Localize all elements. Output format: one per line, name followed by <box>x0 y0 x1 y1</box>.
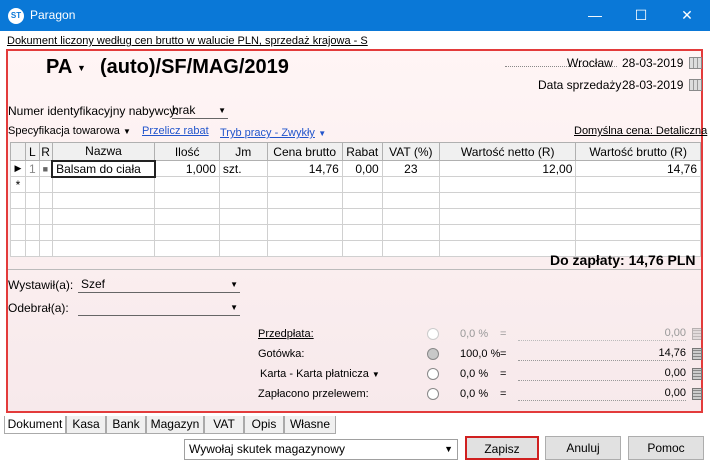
issuer-label: Wystawił(a): <box>8 278 74 292</box>
column-header[interactable]: Nazwa <box>51 142 156 161</box>
doc-type[interactable]: PA <box>46 56 72 79</box>
buyer-value: brak <box>172 103 196 117</box>
chevron-down-icon: ▼ <box>371 370 380 379</box>
default-price-link[interactable]: Domyślna cena: Detaliczna <box>574 125 707 137</box>
column-header[interactable]: R <box>38 142 53 161</box>
table-row <box>10 224 701 241</box>
tab-opis[interactable]: Opis <box>244 416 284 434</box>
recalc-discount-link[interactable]: Przelicz rabat <box>142 125 209 137</box>
column-header <box>10 142 26 161</box>
chevron-down-icon: ▼ <box>218 106 226 115</box>
prepayment-radio[interactable] <box>427 328 439 340</box>
items-table: L R Nazwa Ilość Jm Cena brutto Rabat VAT… <box>10 142 701 257</box>
transfer-radio[interactable] <box>427 388 439 400</box>
vat-cell[interactable]: 23 <box>381 160 441 177</box>
unit-cell[interactable]: szt. <box>218 160 268 177</box>
row-marker-icon: ▶ <box>10 160 26 177</box>
tab-wlasne[interactable]: Własne <box>284 416 336 434</box>
close-button[interactable]: ✕ <box>664 0 710 31</box>
sale-date-label: Data sprzedaży <box>538 78 622 92</box>
tab-bank[interactable]: Bank <box>106 416 146 434</box>
prepayment-label[interactable]: Przedpłata: <box>258 328 314 340</box>
table-row[interactable]: ▶ 1 ■ Balsam do ciała 1,000 szt. 14,76 0… <box>10 159 701 178</box>
new-row-marker: * <box>10 176 26 193</box>
save-button[interactable]: Zapisz <box>465 436 539 460</box>
net-cell[interactable]: 12,00 <box>439 160 577 177</box>
column-header[interactable]: L <box>24 142 40 161</box>
column-header[interactable]: Jm <box>218 142 268 161</box>
chevron-down-icon: ▼ <box>230 280 238 289</box>
tab-magazyn[interactable]: Magazyn <box>146 416 204 434</box>
app-icon: ST <box>8 8 24 24</box>
item-name-cell[interactable]: Balsam do ciała <box>51 159 156 178</box>
help-button[interactable]: Pomoc <box>628 436 704 460</box>
price-cell[interactable]: 14,76 <box>266 160 343 177</box>
column-header[interactable]: Wartość netto (R) <box>439 142 577 161</box>
gross-cell[interactable]: 14,76 <box>575 160 701 177</box>
receiver-select[interactable]: ▼ <box>78 300 240 316</box>
receiver-label: Odebrał(a): <box>8 301 69 315</box>
buyer-label: Numer identyfikacyjny nabywcy: <box>8 104 179 118</box>
table-row <box>10 192 701 209</box>
transfer-label: Zapłacono przelewem: <box>258 388 369 400</box>
column-header[interactable]: VAT (%) <box>381 142 441 161</box>
chevron-down-icon: ▼ <box>318 129 327 138</box>
column-header[interactable]: Wartość brutto (R) <box>575 142 701 161</box>
chevron-down-icon: ▼ <box>444 444 453 454</box>
calculator-icon[interactable] <box>692 368 702 380</box>
doc-type-dropdown-icon[interactable]: ▼ <box>77 63 86 73</box>
chevron-down-icon: ▼ <box>122 127 131 136</box>
window-title: Paragon <box>30 8 76 22</box>
card-radio[interactable] <box>427 368 439 380</box>
work-mode-menu[interactable]: Tryb pracy - Zwykły ▼ <box>220 125 326 139</box>
column-header[interactable]: Ilość <box>154 142 220 161</box>
qty-cell[interactable]: 1,000 <box>154 160 220 177</box>
table-row[interactable]: * <box>10 176 701 193</box>
calendar-icon[interactable] <box>689 79 702 91</box>
maximize-button[interactable]: ☐ <box>618 0 664 31</box>
card-amount[interactable]: 0,00 <box>518 367 686 381</box>
discount-cell[interactable]: 0,00 <box>341 160 383 177</box>
place-date[interactable]: 28-03-2019 <box>622 56 683 70</box>
doc-number[interactable]: (auto)/SF/MAG/2019 <box>100 56 289 79</box>
column-header[interactable]: Rabat <box>341 142 383 161</box>
table-row <box>10 208 701 225</box>
chevron-down-icon: ▼ <box>230 303 238 312</box>
column-header[interactable]: Cena brutto <box>266 142 343 161</box>
title-bar: ST Paragon — ☐ ✕ <box>0 0 710 31</box>
place-label: Wrocław <box>567 56 613 70</box>
minimize-button[interactable]: — <box>572 0 618 31</box>
warehouse-effect-select[interactable]: Wywołaj skutek magazynowy ▼ <box>184 439 458 460</box>
calculator-icon[interactable] <box>692 388 702 400</box>
calculator-icon[interactable] <box>692 348 702 360</box>
prepayment-amount[interactable]: 0,00 <box>518 327 686 341</box>
tab-vat[interactable]: VAT <box>204 416 244 434</box>
issuer-select[interactable]: Szef ▼ <box>78 277 240 293</box>
table-header: L R Nazwa Ilość Jm Cena brutto Rabat VAT… <box>10 142 701 161</box>
cancel-button[interactable]: Anuluj <box>545 436 621 460</box>
cash-radio[interactable] <box>427 348 439 360</box>
cash-label: Gotówka: <box>258 348 305 360</box>
document-info[interactable]: Dokument liczony według cen brutto w wal… <box>7 35 368 47</box>
tab-dokument[interactable]: Dokument <box>4 416 66 434</box>
divider <box>8 269 701 270</box>
document-panel: PA ▼ (auto)/SF/MAG/2019 Wrocław 28-03-20… <box>6 49 707 413</box>
cash-amount[interactable]: 14,76 <box>518 347 686 361</box>
to-pay-total: Do zapłaty: 14,76 PLN <box>550 252 696 268</box>
sale-date[interactable]: 28-03-2019 <box>622 78 683 92</box>
transfer-amount[interactable]: 0,00 <box>518 387 686 401</box>
calculator-icon[interactable] <box>692 328 702 340</box>
tab-kasa[interactable]: Kasa <box>66 416 106 434</box>
buyer-select[interactable]: brak ▼ <box>172 103 228 119</box>
spec-menu[interactable]: Specyfikacja towarowa ▼ <box>8 125 131 137</box>
calendar-icon[interactable] <box>689 57 702 69</box>
card-select[interactable]: Karta - Karta płatnicza ▼ <box>260 368 380 380</box>
